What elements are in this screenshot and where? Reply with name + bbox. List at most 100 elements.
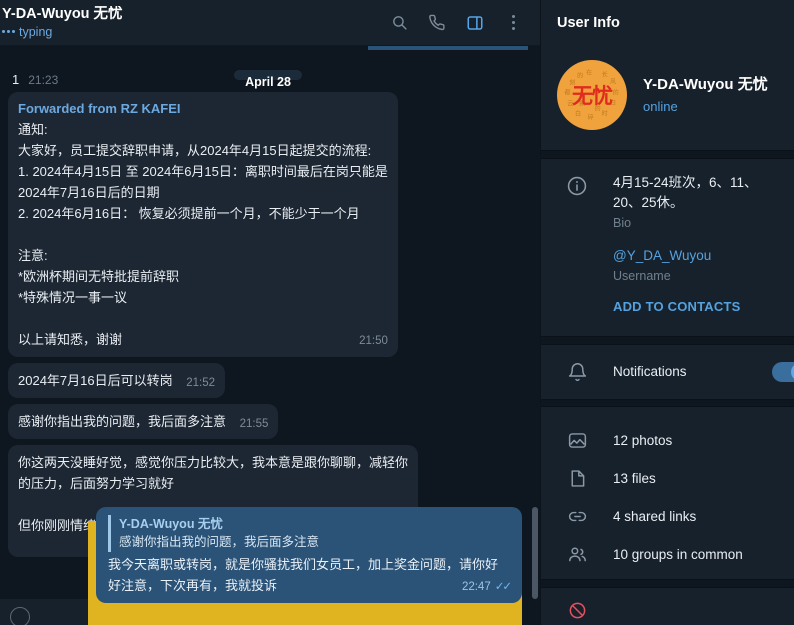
username-value[interactable]: @Y_DA_Wuyou: [613, 246, 776, 266]
message-line: 1. 2024年4月15日 至 2024年6月15日：离职时间最后在岗只能是: [18, 164, 388, 179]
message-line: 我今天离职或转岗，就是你骚扰我们女员工，加上奖金问题，请你好: [108, 557, 499, 572]
more-vertical-icon[interactable]: [496, 6, 530, 40]
message-timestamp: 21:55: [239, 418, 269, 430]
media-row-groups[interactable]: 10 groups in common: [541, 535, 794, 573]
message-line: 注意:: [18, 248, 48, 263]
phone-icon[interactable]: [420, 6, 454, 40]
message-line: 好注意，下次再有，我就投诉: [108, 578, 278, 593]
media-row-links[interactable]: 4 shared links: [541, 497, 794, 535]
message-line: 2. 2024年6月16日： 恢复必须提前一个月，不能少于一个月: [18, 206, 360, 221]
media-label: 4 shared links: [613, 508, 697, 524]
message-timestamp: 22:47 ✓✓: [461, 580, 512, 594]
username-icon-placeholder: [541, 246, 613, 285]
profile-text: Y-DA-Wuyou 无忧 online: [643, 75, 768, 116]
bio-row[interactable]: 4月15-24班次，6、11、20、25休。 Bio: [541, 173, 782, 246]
media-label: 13 files: [613, 470, 656, 486]
read-receipt-icon: ✓✓: [494, 581, 512, 593]
bell-icon: [541, 360, 613, 383]
message-row: 2024年7月16日后可以转岗 21:52: [8, 363, 528, 398]
message-line: 通知:: [18, 122, 48, 137]
message-bubble-forwarded[interactable]: Forwarded from RZ KAFEI 通知: 大家好，员工提交辞职申请…: [8, 92, 398, 357]
reply-quote[interactable]: Y-DA-Wuyou 无忧 感谢你指出我的问题，我后面多注意: [108, 515, 510, 552]
previous-message-peek: [368, 46, 528, 50]
date-divider-label: April 28: [234, 70, 302, 89]
bio-body: 4月15-24班次，6、11、20、25休。 Bio: [613, 173, 782, 232]
panel-divider: [541, 335, 794, 345]
message-time-value: 22:47: [461, 581, 491, 593]
avatar-ring-char: 的: [577, 72, 584, 80]
media-row-photos[interactable]: 12 photos: [541, 421, 794, 459]
user-info-header: User Info: [541, 0, 794, 46]
message-line: *特殊情况一事一议: [18, 290, 128, 305]
panel-divider: [541, 579, 794, 589]
user-info-title: User Info: [557, 15, 620, 31]
message-row: 感谢你指出我的问题，我后面多注意 21:55: [8, 404, 528, 439]
notifications-toggle[interactable]: [772, 361, 794, 382]
typing-dots-icon: [2, 30, 15, 33]
message-line: 的压力，后面努力学习就好: [18, 476, 175, 491]
profile-summary[interactable]: 在 长 风 的 白 时 碎 白 云 都 刻 的 的 飘 无忧 Y-DA-Wuyo…: [541, 46, 794, 150]
avatar[interactable]: 在 长 风 的 白 时 碎 白 云 都 刻 的 的 飘 无忧: [557, 60, 627, 130]
chat-title: Y-DA-Wuyou 无忧: [2, 5, 123, 22]
search-icon[interactable]: [382, 6, 416, 40]
message-bubble-outgoing-complaint[interactable]: Y-DA-Wuyou 无忧 感谢你指出我的问题，我后面多注意 我今天离职或转岗，…: [96, 507, 522, 603]
file-icon: [541, 468, 613, 489]
block-user-icon: [541, 601, 613, 620]
notifications-row[interactable]: Notifications: [541, 345, 794, 399]
message-line: 感谢你指出我的问题，我后面多注意: [18, 414, 227, 429]
block-user-row[interactable]: [541, 588, 794, 625]
panel-divider: [541, 150, 794, 159]
message-line: 你这两天没睡好觉，感觉你压力比较大，我本意是跟你聊聊，减轻你: [18, 455, 409, 470]
avatar-ring-char: 长: [601, 71, 608, 79]
telegram-window: Y-DA-Wuyou 无忧 typing April 28 1 21:23 Fo…: [0, 0, 794, 625]
message-line: 2024年7月16日后的日期: [18, 185, 160, 200]
avatar-initials: 无忧: [572, 84, 613, 108]
profile-name: Y-DA-Wuyou 无忧: [643, 75, 768, 93]
attach-icon[interactable]: [10, 607, 30, 625]
chat-header-titles[interactable]: Y-DA-Wuyou 无忧 typing: [2, 6, 382, 40]
composer-peek[interactable]: [0, 599, 88, 625]
message-line: *欧洲杯期间无特批提前辞职: [18, 269, 180, 284]
message-bubble-thanks[interactable]: 感谢你指出我的问题，我后面多注意 21:55: [8, 404, 279, 439]
link-icon: [541, 506, 613, 527]
message-timestamp: 21:52: [186, 377, 216, 389]
chat-header: Y-DA-Wuyou 无忧 typing: [0, 0, 540, 46]
user-info-panel: User Info 在 长 风 的 白 时 碎 白 云 都 刻 的 的 飘 无忧…: [540, 0, 794, 625]
forwarded-from-label[interactable]: Forwarded from RZ KAFEI: [18, 99, 388, 119]
shared-media-block: 12 photos 13 files 4 shared links 10 gro…: [541, 407, 794, 573]
chat-scrollbar[interactable]: [532, 46, 538, 625]
media-row-files[interactable]: 13 files: [541, 459, 794, 497]
message-line: 大家好，员工提交辞职申请，从2024年4月15日起提交的流程:: [18, 143, 372, 158]
message-line: 以上请知悉，谢谢: [18, 332, 123, 347]
media-label: 10 groups in common: [613, 546, 743, 562]
username-label: Username: [613, 268, 671, 283]
highlighted-reply-area: Y-DA-Wuyou 无忧 感谢你指出我的问题，我后面多注意 我今天离职或转岗，…: [0, 507, 540, 625]
panel-divider: [541, 398, 794, 408]
avatar-ring-char: 碎: [587, 114, 594, 122]
notifications-label: Notifications: [613, 364, 687, 380]
message-timestamp: 21:50: [359, 335, 388, 347]
user-details-block: 4月15-24班次，6、11、20、25休。 Bio @Y_DA_Wuyou U…: [541, 159, 794, 326]
message-row: Forwarded from RZ KAFEI 通知: 大家好，员工提交辞职申请…: [8, 92, 528, 357]
profile-status: online: [643, 98, 678, 114]
chat-scrollbar-thumb[interactable]: [532, 507, 538, 599]
username-row[interactable]: @Y_DA_Wuyou Username: [541, 246, 782, 299]
chat-column: Y-DA-Wuyou 无忧 typing April 28 1 21:23 Fo…: [0, 0, 540, 625]
photo-icon: [541, 430, 613, 451]
bio-value[interactable]: 4月15-24班次，6、11、20、25休。: [613, 173, 776, 213]
avatar-ring-char: 白: [574, 110, 582, 118]
message-bubble-transfer[interactable]: 2024年7月16日后可以转岗 21:52: [8, 363, 226, 398]
add-to-contacts-button[interactable]: ADD TO CONTACTS: [541, 299, 782, 314]
unread-counter-number: 1: [12, 72, 20, 87]
sidebar-toggle-icon[interactable]: [458, 6, 492, 40]
avatar-ring-char: 在: [586, 69, 593, 77]
bio-label: Bio: [613, 215, 632, 230]
username-body: @Y_DA_Wuyou Username: [613, 246, 782, 285]
media-label: 12 photos: [613, 432, 673, 448]
reply-quote-author: Y-DA-Wuyou 无忧: [119, 517, 223, 531]
reply-quote-text: 感谢你指出我的问题，我后面多注意: [119, 535, 320, 549]
info-circle-icon: [541, 173, 613, 232]
chat-status-label: typing: [19, 24, 53, 39]
unread-counter-time: 21:23: [28, 73, 59, 87]
